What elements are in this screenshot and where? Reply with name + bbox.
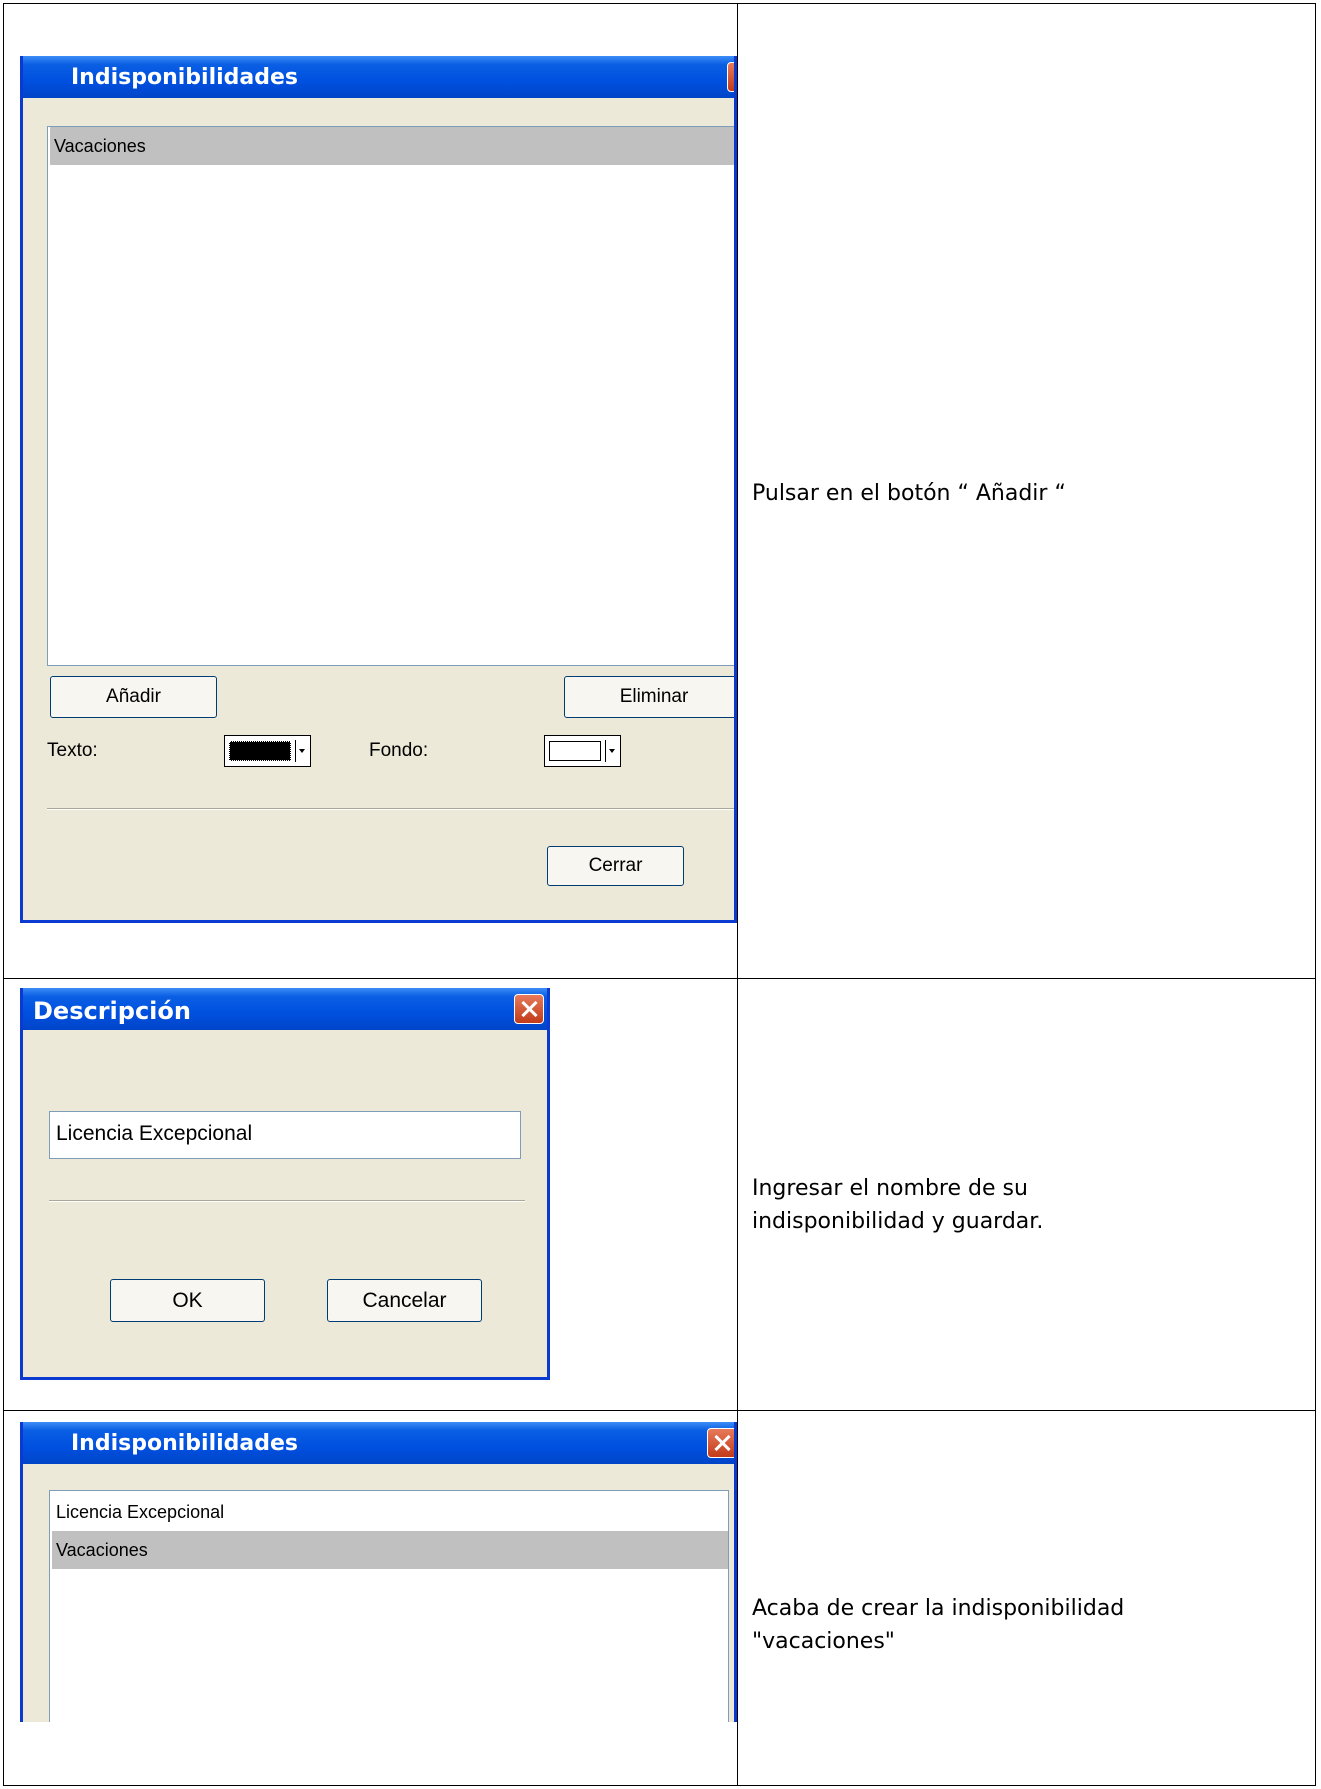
delete-button[interactable]: Eliminar xyxy=(564,676,734,718)
indisponibilidades-dialog: Indisponibilidades Vacaciones Añadir Eli… xyxy=(20,56,737,923)
background-color-label: Fondo: xyxy=(369,740,429,761)
cancel-button[interactable]: Cancelar xyxy=(327,1279,482,1322)
dialog-title: Indisponibilidades xyxy=(71,1431,299,1456)
dialog-title: Indisponibilidades xyxy=(71,65,299,90)
table-column-divider xyxy=(737,3,738,1786)
white-swatch-icon xyxy=(549,741,601,761)
instruction-line: Ingresar el nombre de su xyxy=(752,1176,1028,1201)
instruction-line: indisponibilidad y guardar. xyxy=(752,1209,1044,1234)
chevron-down-icon xyxy=(605,740,618,762)
indisponibilidades-list[interactable]: Licencia Excepcional Vacaciones xyxy=(49,1490,729,1722)
black-swatch-icon xyxy=(229,741,291,761)
list-item[interactable]: Licencia Excepcional xyxy=(52,1493,728,1531)
list-item[interactable]: Vacaciones xyxy=(52,1531,728,1569)
list-item-label: Vacaciones xyxy=(54,136,146,156)
indisponibilidades-list[interactable]: Vacaciones xyxy=(47,126,734,666)
table-row-divider xyxy=(3,1410,1316,1411)
chevron-down-icon xyxy=(295,740,308,762)
close-button[interactable]: Cerrar xyxy=(547,846,684,886)
descripcion-dialog: Descripción Licencia Excepcional OK Canc… xyxy=(20,988,550,1380)
background-color-picker[interactable] xyxy=(544,735,621,767)
description-input[interactable]: Licencia Excepcional xyxy=(49,1111,521,1159)
list-item-label: Licencia Excepcional xyxy=(56,1502,225,1522)
separator xyxy=(49,1200,525,1202)
instruction-text: Acaba de crear la indisponibilidad "vaca… xyxy=(752,1592,1124,1658)
ok-button[interactable]: OK xyxy=(110,1279,265,1322)
dialog-titlebar: Descripción xyxy=(23,988,547,1030)
dialog-titlebar: Indisponibilidades xyxy=(23,56,734,98)
close-icon[interactable] xyxy=(707,1428,734,1458)
instruction-line: Acaba de crear la indisponibilidad xyxy=(752,1596,1125,1621)
instruction-line: "vacaciones" xyxy=(752,1629,895,1654)
text-color-label: Texto: xyxy=(47,740,98,761)
instruction-text: Ingresar el nombre de su indisponibilida… xyxy=(752,1172,1043,1238)
list-item[interactable]: Vacaciones xyxy=(50,127,734,165)
close-icon[interactable] xyxy=(514,994,544,1024)
dialog-title: Descripción xyxy=(33,997,191,1025)
text-color-picker[interactable] xyxy=(224,735,311,767)
list-item-label: Vacaciones xyxy=(56,1540,148,1560)
dialog-titlebar: Indisponibilidades xyxy=(23,1422,734,1464)
add-button[interactable]: Añadir xyxy=(50,676,217,718)
table-row-divider xyxy=(3,978,1316,979)
close-icon[interactable] xyxy=(727,62,734,92)
separator xyxy=(47,808,734,810)
instruction-text: Pulsar en el botón “ Añadir “ xyxy=(752,481,1066,506)
indisponibilidades-dialog: Indisponibilidades Licencia Excepcional … xyxy=(20,1422,737,1722)
